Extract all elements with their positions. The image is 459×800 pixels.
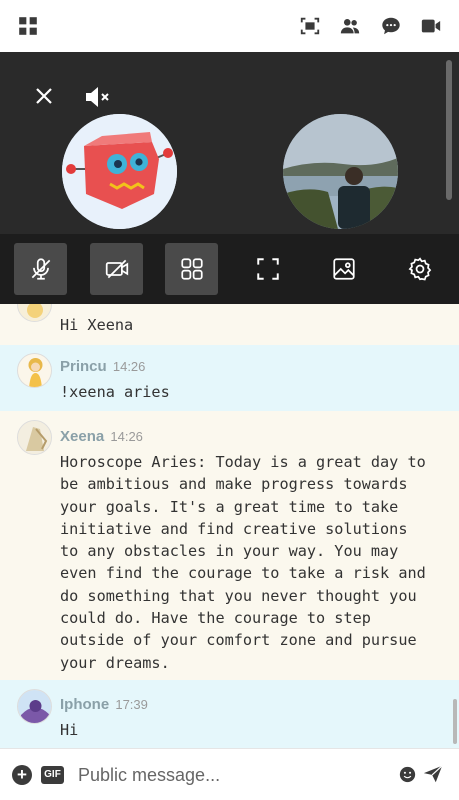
chat-message: Princu 14:26 !xeena aries: [0, 345, 459, 411]
chat-message: Xeena 14:26 Horoscope Aries: Today is a …: [0, 411, 459, 680]
camera-off-icon: [105, 259, 128, 279]
grid-menu-icon[interactable]: [16, 14, 40, 38]
users-icon[interactable]: [338, 14, 362, 38]
screen-capture-icon[interactable]: [298, 14, 322, 38]
chat-scrollbar[interactable]: [453, 699, 457, 744]
close-icon[interactable]: [31, 83, 57, 109]
emoji-icon[interactable]: [399, 766, 416, 783]
chat-log: Hi Xeena Princu 14:26 !xeena aries Xeena…: [0, 304, 459, 748]
message-time: 14:26: [110, 429, 143, 444]
message-time: 17:39: [115, 697, 148, 712]
avatar: [17, 353, 52, 388]
message-text: !xeena aries: [60, 383, 170, 401]
add-attachment-button[interactable]: +: [12, 765, 32, 785]
bot-avatar: [62, 114, 177, 229]
speaker-muted-icon[interactable]: [82, 84, 114, 110]
background-image-button[interactable]: [317, 243, 370, 295]
avatar: [17, 304, 52, 322]
camera-feed: [283, 114, 398, 229]
avatar: [17, 689, 52, 724]
chat-message: Hi Xeena: [0, 304, 459, 345]
video-area: [0, 52, 459, 234]
message-text: Horoscope Aries: Today is a great day to…: [60, 453, 426, 672]
image-icon: [332, 258, 355, 280]
public-message-input[interactable]: [78, 761, 378, 789]
message-text: Hi Xeena: [60, 316, 134, 334]
grid-layout-icon: [180, 258, 203, 280]
message-author: Iphone 17:39: [60, 696, 148, 713]
mute-mic-button[interactable]: [14, 243, 67, 295]
settings-icon: [408, 257, 431, 281]
send-icon[interactable]: [422, 763, 444, 785]
settings-button[interactable]: [393, 243, 446, 295]
message-text: Hi: [60, 721, 79, 739]
message-author: Xeena 14:26: [60, 428, 143, 445]
video-scrollbar[interactable]: [446, 60, 452, 200]
camera-off-button[interactable]: [90, 243, 143, 295]
chat-bubble-icon[interactable]: [379, 14, 403, 38]
grid-layout-button[interactable]: [165, 243, 218, 295]
message-composer: + GIF: [0, 748, 459, 800]
gif-button[interactable]: GIF: [41, 766, 64, 784]
message-time: 14:26: [112, 359, 146, 374]
fullscreen-icon: [256, 258, 279, 280]
avatar: [17, 420, 52, 455]
chat-message: Iphone 17:39 Hi: [0, 680, 459, 748]
video-camera-icon[interactable]: [419, 14, 443, 38]
mic-off-icon: [31, 258, 50, 280]
call-controls: [0, 234, 459, 304]
message-author: Princu 14:26: [60, 358, 146, 375]
fullscreen-button[interactable]: [241, 243, 294, 295]
top-bar: [0, 0, 459, 52]
